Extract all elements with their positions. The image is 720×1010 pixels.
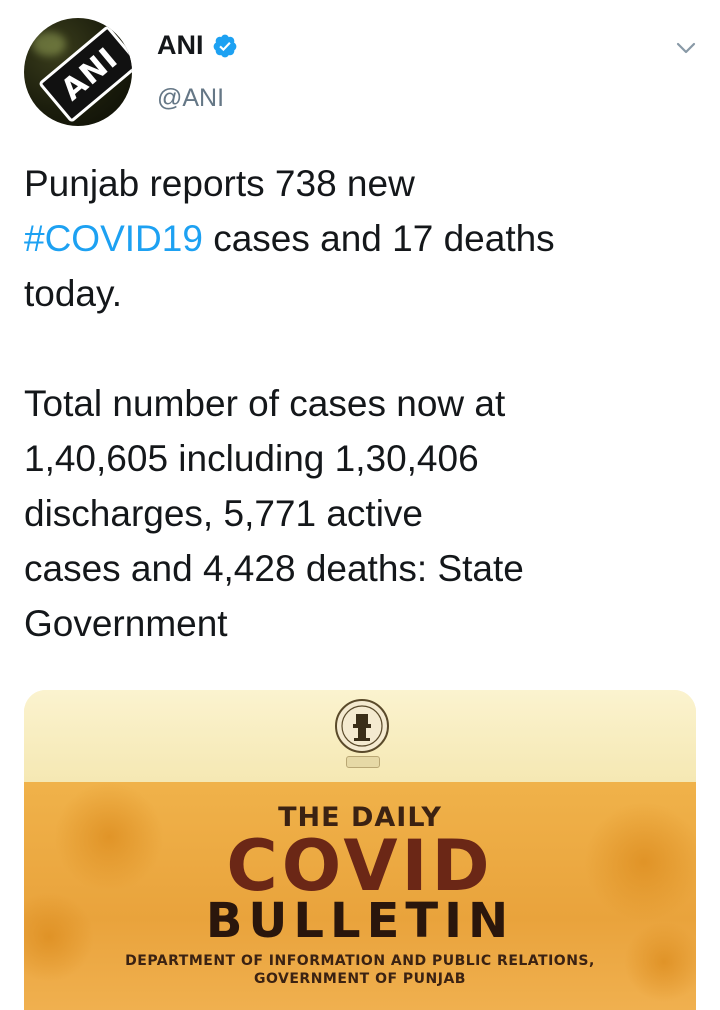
hashtag-link[interactable]: #COVID19 [24, 218, 203, 259]
media-department-line1: DEPARTMENT OF INFORMATION AND PUBLIC REL… [125, 953, 595, 969]
media-title-bulletin: BULLETIN [205, 893, 515, 949]
author-handle[interactable]: @ANI [157, 84, 224, 113]
avatar-highlight [32, 32, 66, 56]
author-display-name[interactable]: ANI [157, 30, 204, 61]
verified-badge-icon [213, 34, 236, 57]
chevron-down-icon[interactable] [674, 36, 698, 60]
tweet-text-part2: cases and 17 deaths today. Total number … [24, 218, 555, 644]
avatar[interactable]: ANI [24, 18, 132, 126]
media-department: DEPARTMENT OF INFORMATION AND PUBLIC REL… [24, 952, 696, 988]
seal-ribbon [346, 756, 380, 768]
media-image[interactable]: THE DAILY COVID BULLETIN DEPARTMENT OF I… [24, 690, 696, 1010]
tweet-card: ANI ANI @ANI Punjab reports 738 new #COV… [0, 0, 720, 1010]
media-department-line2: GOVERNMENT OF PUNJAB [254, 971, 466, 987]
tweet-text: Punjab reports 738 new #COVID19 cases an… [24, 156, 694, 651]
tweet-text-part1: Punjab reports 738 new [24, 163, 415, 204]
government-seal-icon [335, 699, 389, 753]
author-name-row: ANI [157, 30, 238, 61]
